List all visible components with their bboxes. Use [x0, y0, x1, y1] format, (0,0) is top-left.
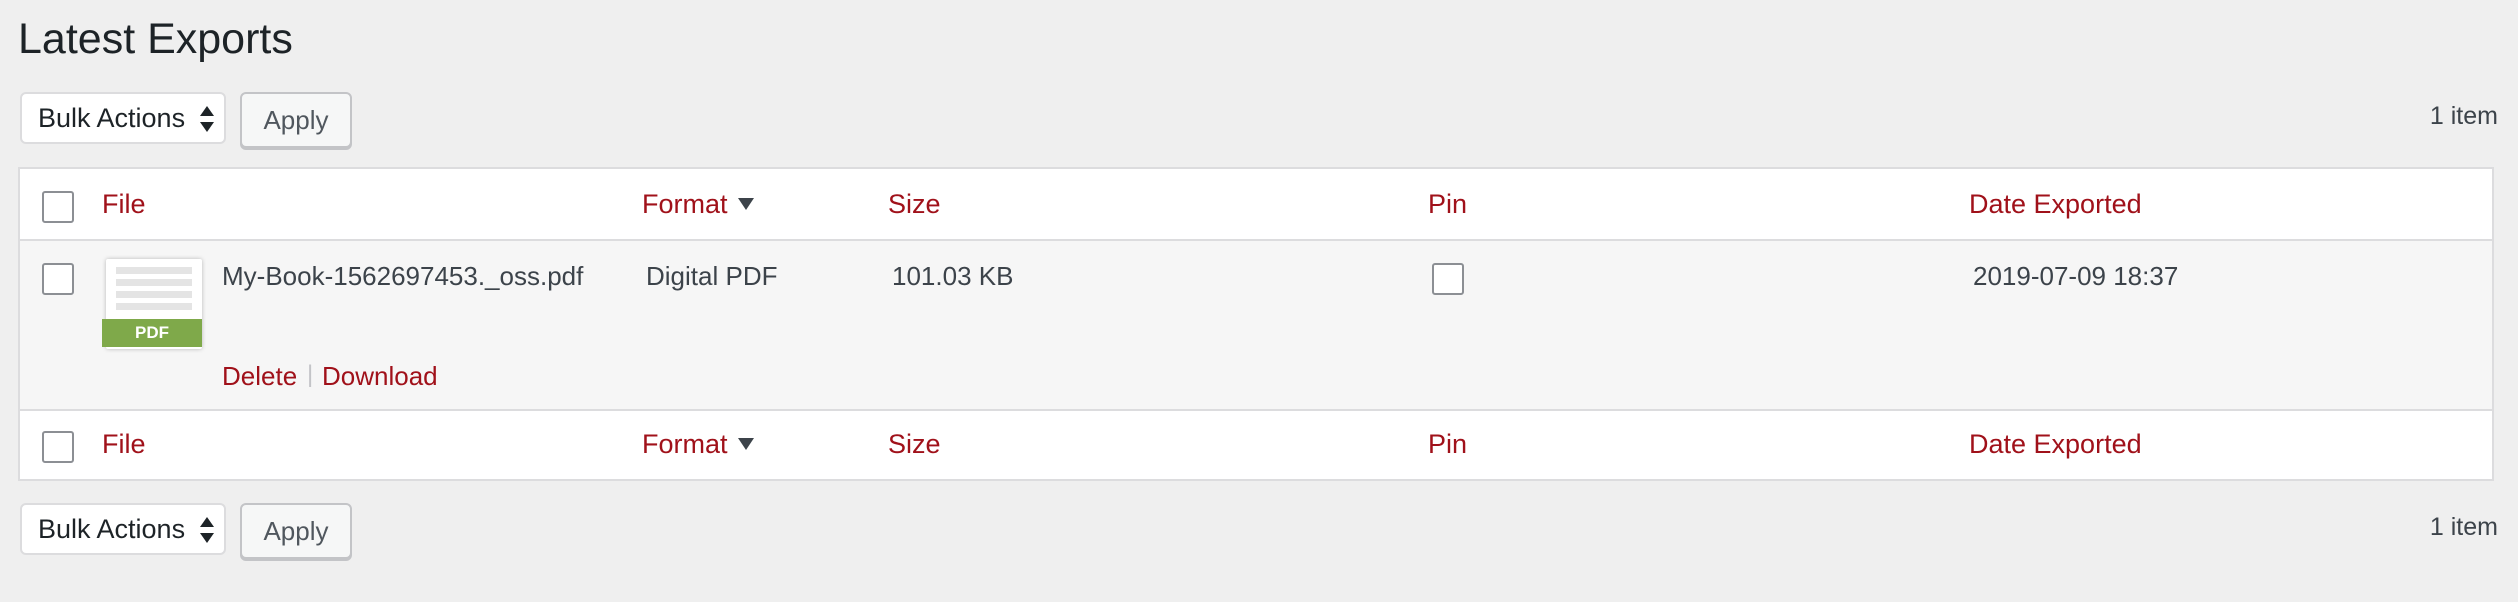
bulk-actions-label: Bulk Actions — [38, 513, 186, 544]
action-separator: | — [307, 361, 314, 388]
select-arrows-icon — [200, 517, 214, 543]
item-count-bottom: 1 item — [2429, 513, 2498, 541]
file-name: My-Book-1562697453._oss.pdf — [222, 261, 584, 291]
column-format-footer-label: Format — [642, 429, 728, 459]
sort-down-icon — [737, 437, 754, 450]
bulk-actions-label: Bulk Actions — [38, 102, 186, 133]
row-checkbox[interactable] — [42, 263, 74, 295]
column-pin-footer[interactable]: Pin — [1428, 429, 1467, 460]
select-all-checkbox[interactable] — [42, 191, 74, 223]
column-pin[interactable]: Pin — [1428, 189, 1467, 220]
table-row: PDF My-Book-1562697453._oss.pdf Delete |… — [20, 241, 2492, 409]
table-header: File Format Size Pin Date Exported — [20, 169, 2492, 241]
column-file[interactable]: File — [102, 189, 146, 220]
delete-link[interactable]: Delete — [222, 361, 297, 392]
page-title: Latest Exports — [18, 15, 293, 63]
date-exported-value: 2019-07-09 18:37 — [1973, 261, 2179, 291]
bulk-actions-select-bottom[interactable]: Bulk Actions — [20, 503, 226, 555]
download-link[interactable]: Download — [322, 361, 438, 392]
column-format-label: Format — [642, 189, 728, 219]
column-date-exported-footer[interactable]: Date Exported — [1969, 429, 2142, 460]
pdf-badge: PDF — [102, 319, 202, 347]
format-value: Digital PDF — [646, 261, 778, 291]
apply-button-bottom[interactable]: Apply — [240, 503, 352, 559]
bottom-toolbar: Bulk Actions Apply 1 item — [20, 503, 2498, 559]
table-footer: File Format Size Pin Date Exported — [20, 409, 2492, 479]
column-format-footer[interactable]: Format — [642, 429, 754, 460]
select-arrows-icon — [200, 106, 214, 132]
column-file-footer[interactable]: File — [102, 429, 146, 460]
pin-checkbox[interactable] — [1432, 263, 1464, 295]
exports-page: Latest Exports Bulk Actions Apply 1 item… — [0, 0, 2518, 602]
column-size-footer[interactable]: Size — [888, 429, 941, 460]
column-size[interactable]: Size — [888, 189, 941, 220]
pdf-file-icon: PDF — [102, 259, 202, 349]
apply-button[interactable]: Apply — [240, 92, 352, 148]
top-toolbar: Bulk Actions Apply 1 item — [20, 92, 2498, 148]
exports-table: File Format Size Pin Date Exported PDF M… — [18, 167, 2494, 481]
bulk-actions-select[interactable]: Bulk Actions — [20, 92, 226, 144]
column-date-exported[interactable]: Date Exported — [1969, 189, 2142, 220]
select-all-checkbox-footer[interactable] — [42, 431, 74, 463]
sort-down-icon — [737, 197, 754, 210]
column-format[interactable]: Format — [642, 189, 754, 220]
item-count: 1 item — [2429, 102, 2498, 130]
size-value: 101.03 KB — [892, 261, 1014, 291]
